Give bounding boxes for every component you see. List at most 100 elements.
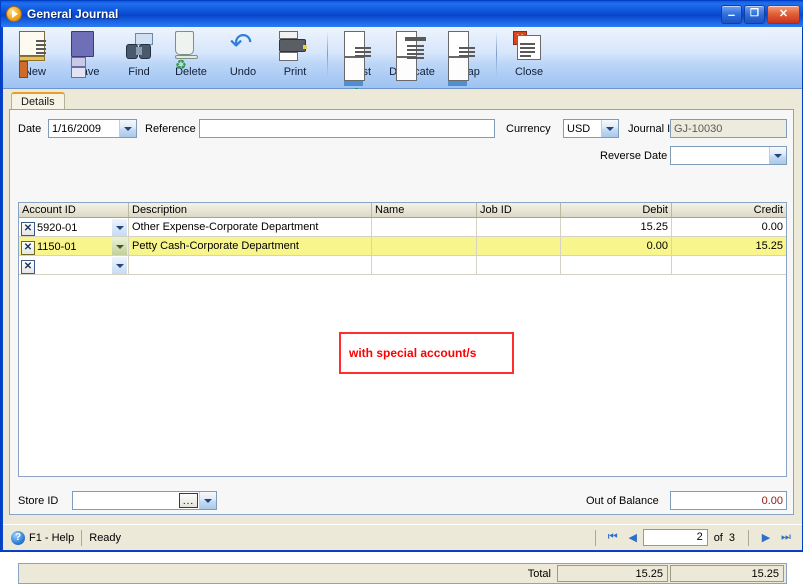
duplicate-pages-icon [396, 31, 428, 81]
first-record-button[interactable]: ⏮ [603, 529, 623, 547]
chevron-down-icon[interactable] [112, 219, 127, 236]
toolbar-button-new[interactable]: New [9, 27, 61, 87]
chevron-down-icon[interactable] [601, 120, 618, 137]
cell-job-id[interactable] [477, 237, 561, 255]
toolbar-button-save[interactable]: Save [61, 27, 113, 87]
close-button[interactable]: ✕ [767, 4, 800, 24]
lookup-ellipsis-icon[interactable]: ... [179, 493, 198, 508]
account-id-value: 1150-01 [37, 240, 77, 253]
status-divider [81, 529, 83, 546]
currency-value: USD [567, 122, 591, 135]
cell-job-id[interactable] [477, 256, 561, 274]
column-header-account-id[interactable]: Account ID [19, 203, 129, 217]
cell-credit[interactable]: 0.00 [672, 218, 786, 236]
new-document-icon [19, 31, 51, 78]
toolbar-separator-2 [496, 31, 497, 77]
cell-name[interactable] [372, 218, 477, 236]
status-message: Ready [89, 531, 122, 544]
toolbar-button-close[interactable]: ✕ Close [503, 27, 555, 87]
chevron-down-icon[interactable] [112, 238, 127, 255]
reverse-date-value [671, 147, 769, 164]
reverse-date-field[interactable] [670, 146, 787, 165]
cell-debit[interactable]: 0.00 [561, 237, 672, 255]
column-header-credit[interactable]: Credit [672, 203, 786, 217]
chevron-down-icon[interactable] [119, 120, 136, 137]
toolbar-label-find: Find [128, 66, 150, 78]
cell-description[interactable]: Petty Cash-Corporate Department [129, 237, 372, 255]
close-document-icon: ✕ [513, 31, 545, 63]
toolbar-separator-1 [327, 31, 328, 77]
cell-name[interactable] [372, 256, 477, 274]
toolbar-label-print: Print [283, 66, 307, 78]
toolbar-label-close: Close [514, 66, 544, 78]
cell-account-id[interactable]: ✕ 5920-01 [19, 218, 129, 237]
next-record-button[interactable]: ▶ [756, 529, 776, 547]
column-header-debit[interactable]: Debit [561, 203, 672, 217]
tab-details[interactable]: Details [11, 92, 65, 110]
toolbar-label-undo: Undo [229, 66, 257, 78]
chevron-down-icon[interactable] [769, 147, 786, 164]
undo-arrow-icon: ↶ [229, 28, 253, 58]
record-of-label: of [713, 531, 723, 544]
delete-row-icon[interactable]: ✕ [21, 240, 35, 255]
delete-row-icon[interactable]: ✕ [21, 259, 35, 274]
table-row[interactable]: ✕ 5920-01 Other Expense-Corporate Depart… [19, 218, 786, 237]
general-journal-window: General Journal – ❐ ✕ New Save Find ♻ De… [0, 0, 803, 584]
grid-header-row: Account ID Description Name Job ID Debit… [19, 203, 786, 218]
toolbar-button-undo[interactable]: ↶ Undo [217, 27, 269, 87]
minimize-button[interactable]: – [721, 4, 742, 24]
account-id-value: 5920-01 [37, 221, 78, 234]
toolbar-button-delete[interactable]: ♻ Delete [165, 27, 217, 87]
reference-input[interactable] [199, 119, 495, 138]
chevron-down-icon[interactable] [112, 257, 127, 274]
record-number-input[interactable]: 2 [642, 529, 708, 546]
floppy-disk-icon [71, 31, 103, 78]
cell-description[interactable]: Other Expense-Corporate Department [129, 218, 372, 236]
annotation-callout: with special account/s [339, 332, 514, 374]
printer-icon [279, 31, 311, 63]
cell-debit[interactable] [561, 256, 672, 274]
cell-account-id[interactable]: ✕ [19, 256, 129, 275]
column-header-job-id[interactable]: Job ID [477, 203, 561, 217]
minimize-icon: – [727, 6, 736, 22]
cell-name[interactable] [372, 237, 477, 255]
help-label: F1 - Help [29, 531, 75, 544]
cell-credit[interactable]: 15.25 [672, 237, 786, 255]
toolbar-button-print[interactable]: Print [269, 27, 321, 87]
toolbar-button-find[interactable]: Find [113, 27, 165, 87]
recycle-bin-icon: ♻ [175, 31, 207, 71]
cell-job-id[interactable] [477, 218, 561, 236]
maximize-button[interactable]: ❐ [744, 4, 765, 24]
cell-credit[interactable] [672, 256, 786, 274]
cell-debit[interactable]: 15.25 [561, 218, 672, 236]
out-of-balance-value: 0.00 [670, 491, 787, 510]
client-area: Details Date 1/16/2009 Reference Currenc… [3, 89, 802, 584]
store-id-field[interactable]: ... [72, 491, 217, 510]
record-total-count: 3 [728, 531, 735, 544]
toolbar: New Save Find ♻ Delete ↶ Undo Print Clos… [3, 27, 802, 105]
toolbar-button-recap[interactable]: Recap [438, 27, 490, 87]
nav-divider-left [594, 529, 596, 546]
total-debit-value: 15.25 [557, 565, 668, 582]
help-hint[interactable]: ? F1 - Help [11, 529, 74, 547]
table-row[interactable]: ✕ 1150-01 Petty Cash-Corporate Departmen… [19, 237, 786, 256]
reference-label: Reference [145, 123, 196, 135]
table-row[interactable]: ✕ [19, 256, 786, 275]
previous-record-button[interactable]: ◀ [623, 529, 643, 547]
cell-account-id[interactable]: ✕ 1150-01 [19, 237, 129, 256]
delete-row-icon[interactable]: ✕ [21, 221, 35, 236]
post-checkmark-icon: ✓ [344, 31, 376, 105]
toolbar-button-post[interactable]: ✓ Post [334, 27, 386, 105]
cell-description[interactable] [129, 256, 372, 274]
date-field[interactable]: 1/16/2009 [48, 119, 137, 138]
currency-select[interactable]: USD [563, 119, 619, 138]
last-record-button[interactable]: ⏭ [776, 529, 796, 547]
column-header-description[interactable]: Description [129, 203, 372, 217]
column-header-name[interactable]: Name [372, 203, 477, 217]
annotation-text: with special account/s [349, 346, 477, 360]
store-id-label: Store ID [18, 495, 59, 507]
store-id-value [73, 492, 178, 509]
chevron-down-icon[interactable] [199, 492, 216, 509]
reverse-date-label: Reverse Date [600, 150, 668, 162]
toolbar-button-duplicate[interactable]: Duplicate [386, 27, 438, 87]
